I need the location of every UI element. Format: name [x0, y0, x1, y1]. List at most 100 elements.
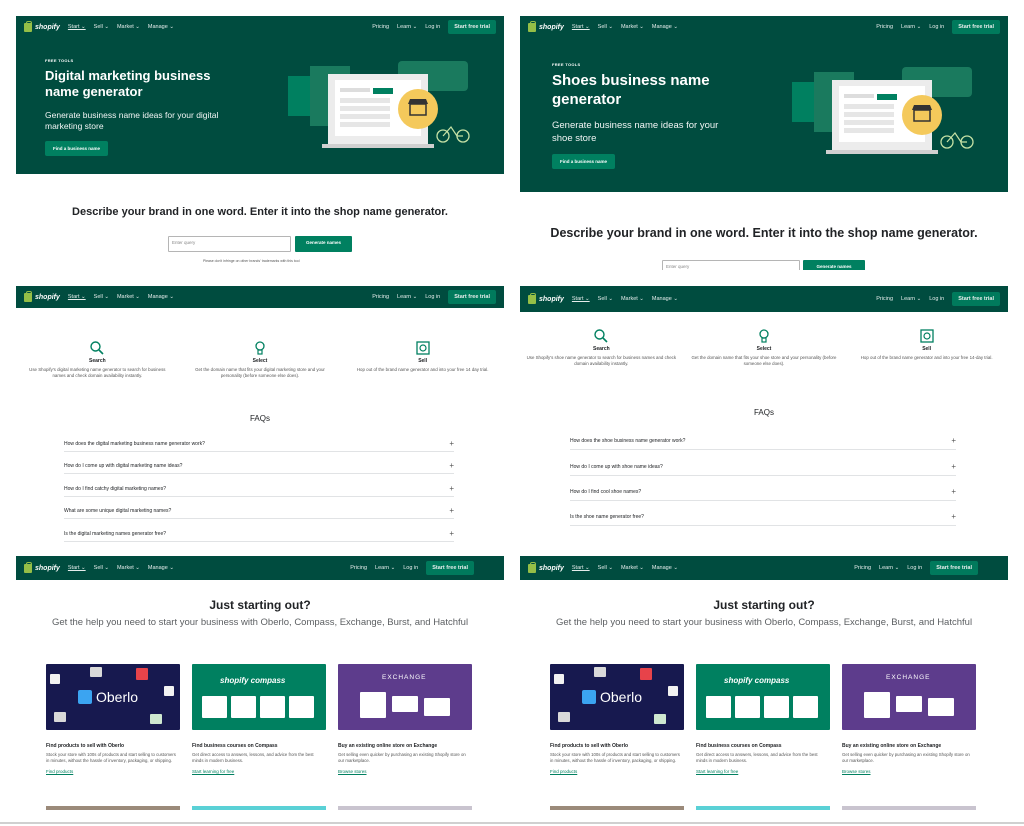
nav-start[interactable]: Start ⌄	[572, 296, 590, 302]
find-business-name-button[interactable]: Find a business name	[45, 141, 109, 156]
card-link[interactable]: Find products	[46, 769, 180, 774]
nav-learn[interactable]: Learn ⌄	[901, 296, 921, 302]
faq-item[interactable]: How do I find cool shoe names? +	[570, 483, 956, 501]
starting-out-title: Just starting out?	[713, 598, 815, 612]
shopify-logo[interactable]: shopify	[24, 20, 60, 32]
card-link[interactable]: Start learning for free	[696, 769, 830, 774]
faq-item[interactable]: How do I come up with digital marketing …	[64, 458, 454, 474]
start-trial-button[interactable]: Start free trial	[952, 20, 1000, 34]
generate-names-button[interactable]: Generate names	[295, 236, 352, 252]
faq-item[interactable]: Is the shoe name generator free? +	[570, 508, 956, 526]
nav-market[interactable]: Market ⌄	[117, 24, 140, 30]
faq-item[interactable]: What are some unique digital marketing n…	[64, 503, 454, 519]
nav-start[interactable]: Start ⌄	[572, 24, 590, 30]
compass-banner[interactable]: shopify compass	[192, 664, 326, 730]
next-card-row-strip	[192, 806, 326, 810]
card-brand: shopify compass	[220, 676, 286, 685]
hero-tag: FREE TOOLS	[45, 58, 74, 63]
card-brand: shopify compass	[724, 676, 790, 685]
faq-item[interactable]: Is the digital marketing names generator…	[64, 526, 454, 542]
faq-item[interactable]: How do I find catchy digital marketing n…	[64, 481, 454, 497]
nav-start[interactable]: Start ⌄	[572, 565, 590, 571]
start-trial-button[interactable]: Start free trial	[448, 290, 496, 304]
nav-login[interactable]: Log in	[929, 24, 944, 30]
card-link[interactable]: Browse stores	[842, 769, 976, 774]
nav-learn[interactable]: Learn ⌄	[879, 565, 899, 571]
card-link[interactable]: Find products	[550, 769, 684, 774]
start-trial-button[interactable]: Start free trial	[930, 561, 978, 575]
find-business-name-button[interactable]: Find a business name	[552, 154, 616, 169]
shopify-logo[interactable]: shopify	[24, 561, 60, 573]
step-title: Sell	[418, 358, 428, 364]
start-trial-button[interactable]: Start free trial	[952, 292, 1000, 306]
faq-item[interactable]: How does the digital marketing business …	[64, 436, 454, 452]
nav-pricing[interactable]: Pricing	[372, 24, 389, 30]
start-trial-button[interactable]: Start free trial	[426, 561, 474, 575]
nav-market[interactable]: Market ⌄	[117, 565, 140, 571]
plus-icon: +	[449, 461, 454, 470]
nav-sell[interactable]: Sell ⌄	[598, 296, 613, 302]
next-card-row-strip	[550, 806, 684, 810]
nav-market[interactable]: Market ⌄	[621, 296, 644, 302]
nav-market[interactable]: Market ⌄	[117, 294, 140, 300]
nav-pricing[interactable]: Pricing	[372, 294, 389, 300]
step-desc: Use Shopify's shoe name generator to sea…	[526, 355, 677, 367]
nav-pricing[interactable]: Pricing	[350, 565, 367, 571]
nav-pricing[interactable]: Pricing	[876, 296, 893, 302]
nav-manage[interactable]: Manage ⌄	[148, 565, 174, 571]
shopify-logo[interactable]: shopify	[528, 20, 564, 32]
nav-market[interactable]: Market ⌄	[621, 565, 644, 571]
nav-learn[interactable]: Learn ⌄	[901, 24, 921, 30]
shopify-logo[interactable]: shopify	[528, 561, 564, 573]
nav-manage[interactable]: Manage ⌄	[148, 294, 174, 300]
oberlo-banner[interactable]: Oberlo	[550, 664, 684, 730]
card-link[interactable]: Start learning for free	[192, 769, 326, 774]
panel-hero-digital-marketing: shopify Start ⌄ Sell ⌄ Market ⌄ Manage ⌄…	[16, 16, 504, 270]
card-desc: Stock your store with 100s of products a…	[46, 752, 176, 764]
exchange-banner[interactable]: EXCHANGE	[338, 664, 472, 730]
shopify-logo[interactable]: shopify	[528, 292, 564, 304]
nav-learn[interactable]: Learn ⌄	[397, 294, 417, 300]
query-input[interactable]: Enter query	[662, 260, 800, 270]
nav-learn[interactable]: Learn ⌄	[375, 565, 395, 571]
nav-market[interactable]: Market ⌄	[621, 24, 644, 30]
nav-start[interactable]: Start ⌄	[68, 294, 86, 300]
faq-item[interactable]: How do I come up with shoe name ideas? +	[570, 458, 956, 476]
nav-sell[interactable]: Sell ⌄	[598, 565, 613, 571]
card-brand: EXCHANGE	[886, 674, 931, 681]
shopify-logo[interactable]: shopify	[24, 290, 60, 302]
nav-manage[interactable]: Manage ⌄	[148, 24, 174, 30]
card-link[interactable]: Browse stores	[338, 769, 472, 774]
nav-sell[interactable]: Sell ⌄	[94, 565, 109, 571]
nav-manage[interactable]: Manage ⌄	[652, 24, 678, 30]
starting-out-title: Just starting out?	[209, 598, 311, 612]
nav-sell[interactable]: Sell ⌄	[94, 294, 109, 300]
search-icon	[594, 329, 608, 343]
nav-manage[interactable]: Manage ⌄	[652, 565, 678, 571]
nav-sell[interactable]: Sell ⌄	[94, 24, 109, 30]
oberlo-banner[interactable]: Oberlo	[46, 664, 180, 730]
nav-start[interactable]: Start ⌄	[68, 24, 86, 30]
compass-banner[interactable]: shopify compass	[696, 664, 830, 730]
nav-manage[interactable]: Manage ⌄	[652, 296, 678, 302]
generate-names-button[interactable]: Generate names	[803, 260, 865, 270]
nav-login[interactable]: Log in	[425, 294, 440, 300]
start-trial-button[interactable]: Start free trial	[448, 20, 496, 34]
card-desc: Get selling even quicker by purchasing a…	[842, 752, 970, 764]
nav-start[interactable]: Start ⌄	[68, 565, 86, 571]
nav-login[interactable]: Log in	[403, 565, 418, 571]
nav-pricing[interactable]: Pricing	[854, 565, 871, 571]
nav-sell[interactable]: Sell ⌄	[598, 24, 613, 30]
nav-pricing[interactable]: Pricing	[876, 24, 893, 30]
hero-banner: FREE TOOLS Digital marketing business na…	[16, 38, 504, 174]
nav-login[interactable]: Log in	[907, 565, 922, 571]
faq-item[interactable]: How does the shoe business name generato…	[570, 432, 956, 450]
card-exchange: EXCHANGE Buy an existing online store on…	[842, 664, 976, 774]
nav-learn[interactable]: Learn ⌄	[397, 24, 417, 30]
exchange-banner[interactable]: EXCHANGE	[842, 664, 976, 730]
plus-icon: +	[951, 436, 956, 445]
panel-starting-out-right: shopify Start ⌄ Sell ⌄ Market ⌄ Manage ⌄…	[520, 556, 1008, 810]
query-input[interactable]: Enter query	[168, 236, 291, 252]
nav-login[interactable]: Log in	[929, 296, 944, 302]
nav-login[interactable]: Log in	[425, 24, 440, 30]
